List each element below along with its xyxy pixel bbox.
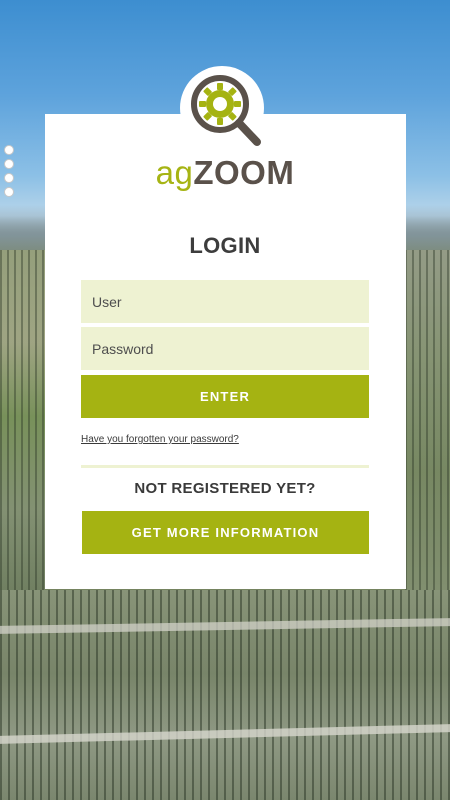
brand-logo-zoom: ZOOM <box>193 154 295 191</box>
page-title: LOGIN <box>189 233 261 258</box>
forgot-password-link[interactable]: Have you forgotten your password? <box>81 434 239 445</box>
user-input[interactable] <box>81 280 369 323</box>
background-fields-right <box>405 250 450 620</box>
not-registered-heading: NOT REGISTERED YET? <box>134 480 316 497</box>
enter-button[interactable]: ENTER <box>81 375 369 418</box>
background-fields-left <box>0 250 45 620</box>
divider <box>81 465 369 468</box>
password-input[interactable] <box>81 327 369 370</box>
get-more-information-button[interactable]: GET MORE INFORMATION <box>82 511 369 554</box>
brand-logo: agZOOM <box>0 154 450 192</box>
magnifier-gear-icon <box>191 75 261 146</box>
brand-logo-ag: ag <box>155 154 194 191</box>
